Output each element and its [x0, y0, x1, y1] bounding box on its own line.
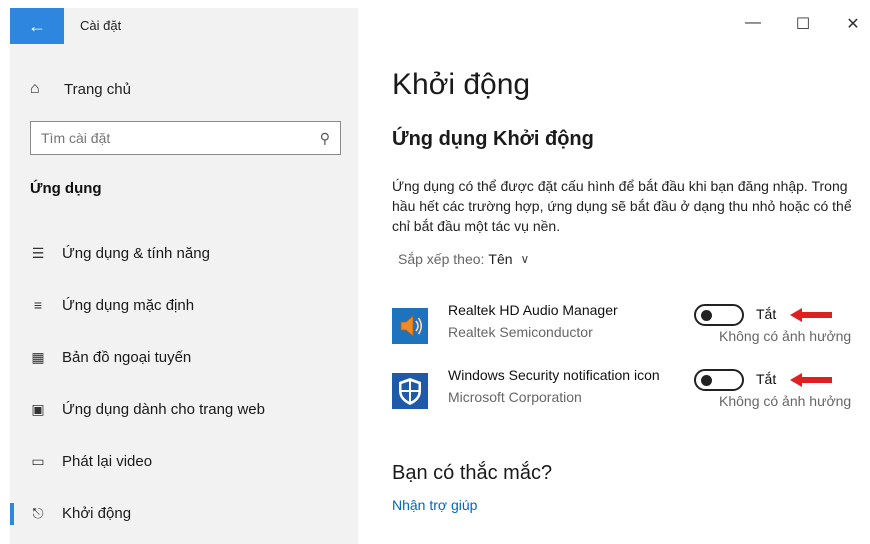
sidebar-item-default-apps[interactable]: ≡ Ứng dụng mặc định	[10, 285, 358, 325]
toggle-state: Tắt	[756, 371, 777, 387]
toggle-knob	[701, 310, 712, 321]
active-indicator	[10, 503, 14, 525]
sidebar-item-label: Ứng dụng & tính năng	[62, 244, 210, 262]
sidebar-item-apps-features[interactable]: ☰ Ứng dụng & tính năng	[10, 233, 358, 273]
titlebar: ← Cài đặt	[10, 8, 358, 44]
default-apps-icon: ≡	[33, 297, 43, 313]
app-publisher: Microsoft Corporation	[448, 389, 582, 405]
apps-features-icon: ☰	[31, 244, 45, 261]
startup-impact: Không có ảnh hưởng	[719, 328, 852, 344]
offline-maps-icon: ▦	[31, 348, 45, 365]
shield-icon	[392, 373, 428, 409]
sidebar-item-apps-for-websites[interactable]: ▣ Ứng dụng dành cho trang web	[10, 389, 358, 429]
chevron-down-icon: ∨	[520, 252, 530, 266]
sidebar-item-offline-maps[interactable]: ▦ Bản đồ ngoại tuyến	[10, 337, 358, 377]
maximize-button[interactable]: ☐	[788, 14, 818, 36]
back-button[interactable]: ←	[10, 8, 64, 44]
sort-value: Tên	[488, 251, 513, 267]
main-content: — ☐ ✕ Khởi động Ứng dụng Khởi động Ứng d…	[358, 8, 870, 544]
speaker-icon	[392, 308, 428, 344]
app-name: Realtek HD Audio Manager	[448, 302, 618, 318]
sidebar-item-label: Phát lại video	[62, 452, 153, 470]
annotation-arrow-icon	[790, 308, 832, 322]
app-title: Cài đặt	[80, 18, 122, 33]
toggle-state: Tắt	[756, 306, 777, 322]
sidebar-item-startup[interactable]: ⎋ Khởi động	[10, 493, 358, 533]
section-heading: Ứng dụng Khởi động	[392, 128, 594, 150]
startup-impact: Không có ảnh hưởng	[719, 393, 852, 409]
app-name: Windows Security notification icon	[448, 367, 660, 383]
startup-toggle[interactable]	[694, 304, 744, 326]
search-input[interactable]	[41, 130, 301, 146]
annotation-arrow-icon	[790, 373, 832, 387]
help-heading: Bạn có thắc mắc?	[392, 462, 553, 484]
sort-label: Sắp xếp theo:	[398, 251, 485, 267]
startup-app-row: Realtek HD Audio Manager Realtek Semicon…	[392, 302, 870, 354]
page-title: Khởi động	[392, 68, 531, 101]
search-box[interactable]: ⚲	[30, 121, 341, 155]
settings-window: ← Cài đặt ⌂ Trang chủ ⚲ Ứng dụng ☰ Ứng d…	[10, 8, 870, 544]
back-arrow-icon: ←	[28, 15, 46, 36]
video-playback-icon: ▭	[31, 452, 45, 469]
startup-icon: ⎋	[32, 504, 44, 521]
minimize-button[interactable]: —	[738, 14, 768, 36]
sidebar-item-label: Bản đồ ngoại tuyến	[62, 348, 192, 366]
toggle-knob	[701, 375, 712, 386]
sidebar-item-label: Ứng dụng mặc định	[62, 296, 195, 314]
sidebar-item-home[interactable]: ⌂ Trang chủ	[30, 78, 131, 100]
sort-dropdown[interactable]: Sắp xếp theo: Tên ∨	[398, 251, 529, 267]
apps-for-websites-icon: ▣	[31, 400, 45, 417]
startup-app-row: Windows Security notification icon Micro…	[392, 367, 870, 419]
section-title: Ứng dụng	[30, 180, 102, 197]
sidebar-item-video-playback[interactable]: ▭ Phát lại video	[10, 441, 358, 481]
sidebar-item-label: Khởi động	[62, 504, 132, 522]
description: Ứng dụng có thể được đặt cấu hình để bắt…	[392, 178, 852, 234]
sidebar: ← Cài đặt ⌂ Trang chủ ⚲ Ứng dụng ☰ Ứng d…	[10, 8, 358, 544]
search-icon[interactable]: ⚲	[320, 130, 330, 147]
home-icon: ⌂	[30, 80, 40, 97]
close-button[interactable]: ✕	[838, 14, 868, 36]
sidebar-item-label: Ứng dụng dành cho trang web	[62, 400, 265, 418]
home-label: Trang chủ	[64, 80, 131, 98]
app-publisher: Realtek Semiconductor	[448, 324, 593, 340]
get-help-link[interactable]: Nhận trợ giúp	[392, 497, 477, 513]
startup-toggle[interactable]	[694, 369, 744, 391]
